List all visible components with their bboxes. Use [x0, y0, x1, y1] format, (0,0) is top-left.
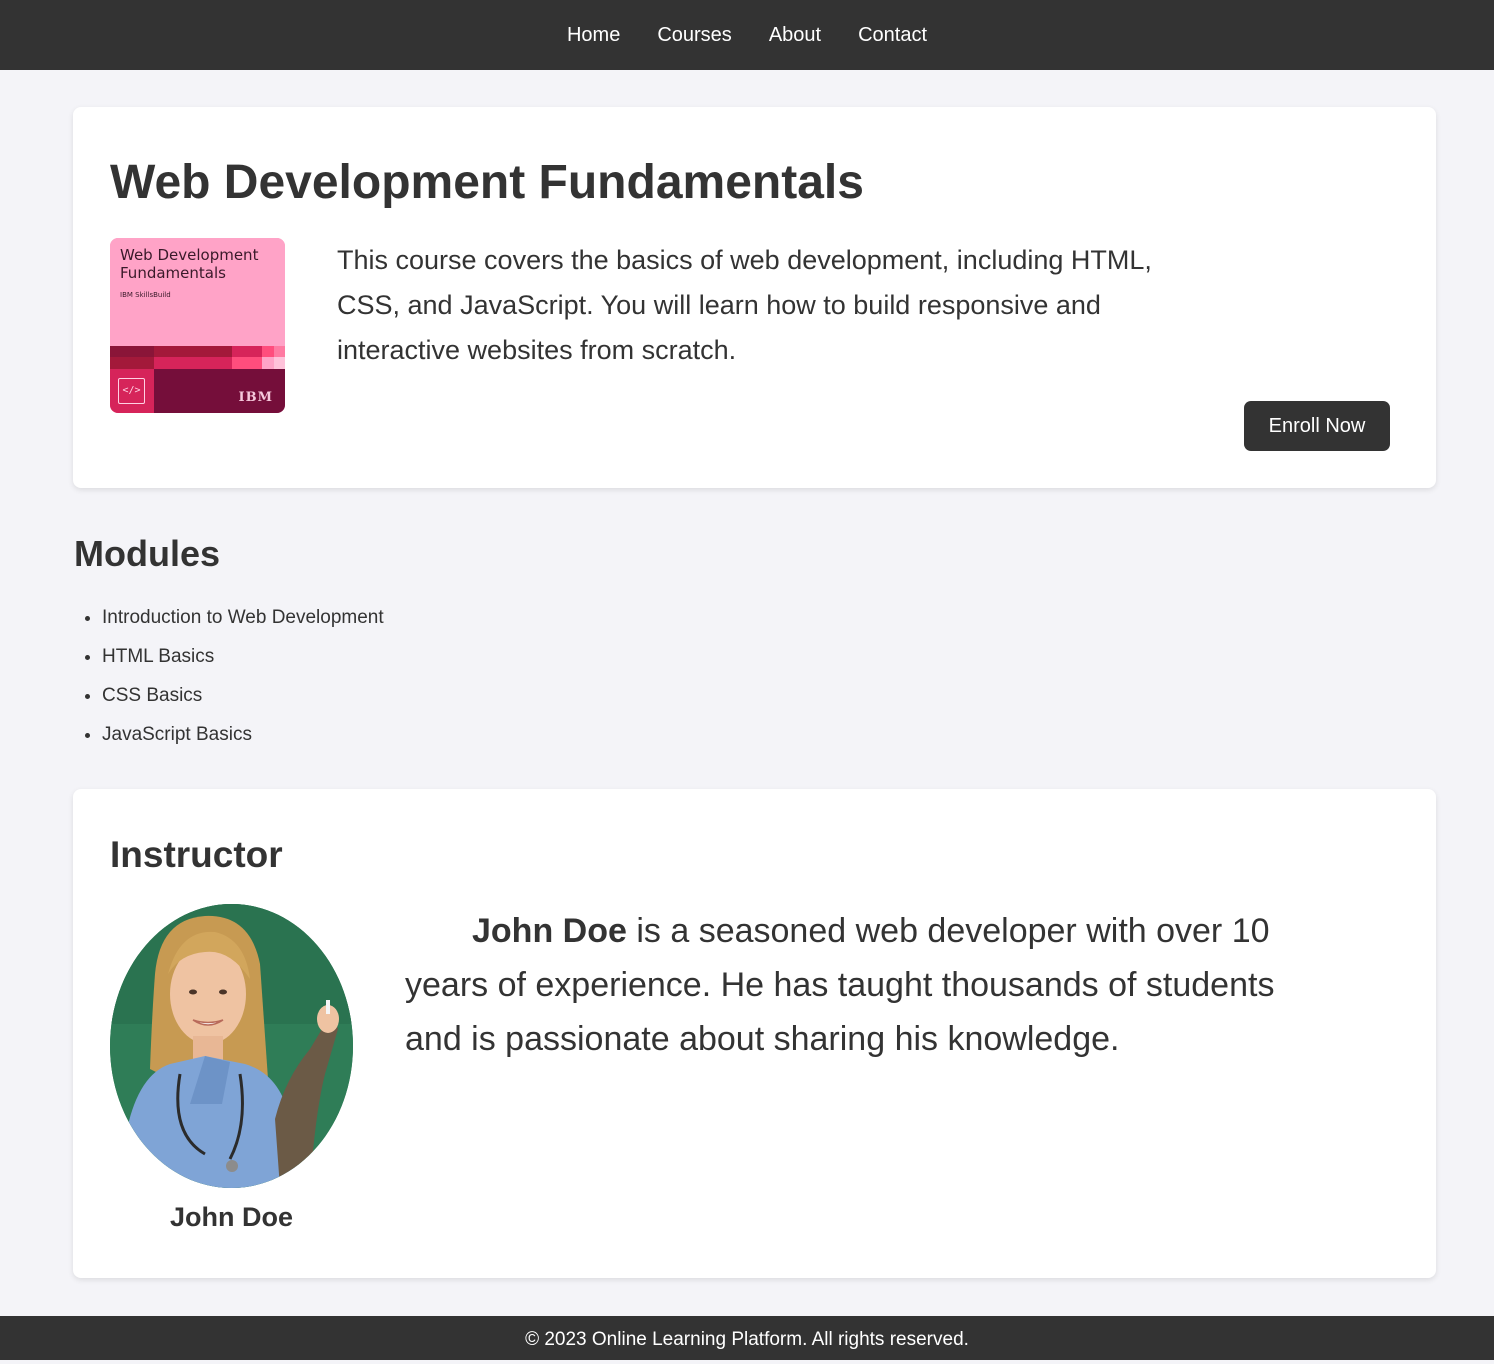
course-description: This course covers the basics of web dev… [337, 245, 1152, 365]
enroll-now-button[interactable]: Enroll Now [1244, 401, 1390, 451]
cover-title: Web Development Fundamentals [120, 246, 259, 282]
module-item: CSS Basics [102, 684, 384, 723]
instructor-name: John Doe [169, 1202, 293, 1232]
footer-copyright: © 2023 Online Learning Platform. All rig… [525, 1329, 969, 1350]
ibm-logo: IBM [238, 390, 273, 405]
course-card: Web Development Fundamentals Web Develop… [73, 107, 1436, 488]
instructor-bio-name: John Doe [472, 912, 627, 950]
nav-link-home[interactable]: Home [567, 24, 620, 47]
instructor-card: Instructor John Doe John Doe is a season… [73, 789, 1436, 1278]
instructor-bio: John Doe is a seasoned web developer wit… [405, 904, 1285, 1066]
module-item: HTML Basics [102, 645, 384, 684]
cover-brand: IBM SkillsBuild [120, 291, 171, 299]
top-nav: Home Courses About Contact [0, 0, 1494, 70]
nav-link-courses[interactable]: Courses [657, 24, 731, 47]
course-title: Web Development Fundamentals [110, 156, 864, 209]
code-icon: </> [118, 378, 145, 404]
footer: © 2023 Online Learning Platform. All rig… [0, 1316, 1494, 1360]
module-item: JavaScript Basics [102, 723, 384, 762]
instructor-photo [110, 904, 353, 1188]
modules-heading: Modules [74, 533, 221, 574]
instructor-portrait [110, 904, 353, 1188]
modules-list: Introduction to Web Development HTML Bas… [102, 606, 384, 762]
nav-link-contact[interactable]: Contact [858, 24, 927, 47]
course-cover-image: Web Development Fundamentals IBM SkillsB… [110, 238, 285, 413]
nav-link-about[interactable]: About [769, 24, 821, 47]
instructor-heading: Instructor [110, 834, 283, 875]
module-item: Introduction to Web Development [102, 606, 384, 645]
